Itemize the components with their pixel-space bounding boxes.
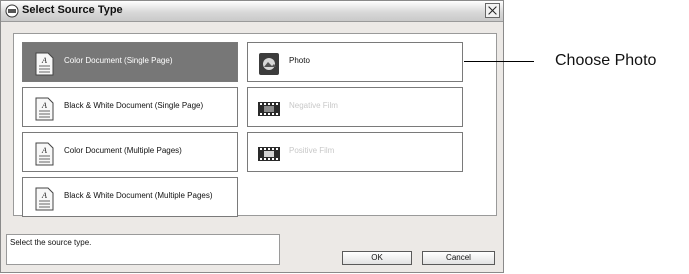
status-text-box: Select the source type. xyxy=(6,234,280,265)
tile-bw-document-multiple[interactable]: A Black & White Document (Multiple Pages… xyxy=(22,177,238,217)
document-icon: A xyxy=(35,187,54,211)
source-type-panel: A Color Document (Single Page) Photo A B… xyxy=(13,33,497,217)
svg-text:A: A xyxy=(41,56,47,65)
app-icon xyxy=(5,4,19,18)
tile-label: Color Document (Single Page) xyxy=(64,56,173,65)
window-title: Select Source Type xyxy=(22,4,123,16)
svg-text:A: A xyxy=(41,191,47,200)
svg-text:A: A xyxy=(41,101,47,110)
tile-label: Color Document (Multiple Pages) xyxy=(64,146,182,155)
film-icon xyxy=(258,102,280,116)
select-source-type-dialog: Select Source Type A Color Document (Sin… xyxy=(0,0,504,273)
cancel-button[interactable]: Cancel xyxy=(422,251,495,265)
ok-button[interactable]: OK xyxy=(342,251,412,265)
svg-text:A: A xyxy=(41,146,47,155)
status-text: Select the source type. xyxy=(10,238,92,247)
document-icon: A xyxy=(35,97,54,121)
tile-color-document-multiple[interactable]: A Color Document (Multiple Pages) xyxy=(22,132,238,172)
title-bar[interactable]: Select Source Type xyxy=(1,1,503,22)
callout-line xyxy=(464,61,534,62)
tile-bw-document-single[interactable]: A Black & White Document (Single Page) xyxy=(22,87,238,127)
tile-photo[interactable]: Photo xyxy=(247,42,463,82)
tile-positive-film[interactable]: Positive Film xyxy=(247,132,463,172)
callout-text: Choose Photo xyxy=(555,52,657,69)
tile-label: Negative Film xyxy=(289,101,338,110)
document-icon: A xyxy=(35,52,54,76)
tile-label: Black & White Document (Single Page) xyxy=(64,101,204,110)
close-button[interactable] xyxy=(485,3,500,18)
tile-label: Positive Film xyxy=(289,146,335,155)
document-icon: A xyxy=(35,142,54,166)
photo-icon xyxy=(259,53,279,75)
tile-label: Photo xyxy=(289,56,310,65)
tile-negative-film[interactable]: Negative Film xyxy=(247,87,463,127)
film-icon xyxy=(258,147,280,161)
tile-label: Black & White Document (Multiple Pages) xyxy=(64,191,213,200)
tile-color-document-single[interactable]: A Color Document (Single Page) xyxy=(22,42,238,82)
